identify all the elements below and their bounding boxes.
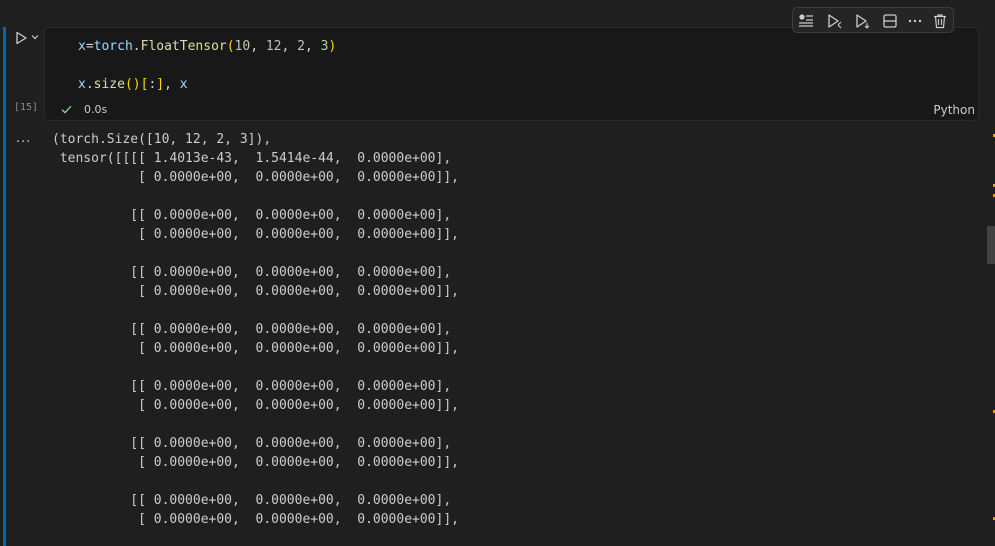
cell-language-picker[interactable]: Python bbox=[933, 103, 975, 117]
execute-below-icon[interactable] bbox=[853, 12, 871, 30]
execute-above-icon[interactable] bbox=[825, 12, 843, 30]
cell-focus-indicator bbox=[3, 27, 6, 546]
cell-toolbar bbox=[792, 7, 954, 33]
run-by-line-icon[interactable] bbox=[797, 12, 815, 30]
execution-time: 0.0s bbox=[84, 103, 108, 116]
split-cell-icon[interactable] bbox=[881, 12, 899, 30]
code-line-1[interactable]: x=torch.FloatTensor(10, 12, 2, 3) bbox=[78, 39, 336, 54]
scrollbar-thumb[interactable] bbox=[987, 226, 995, 264]
code-line-2[interactable]: x.size()[:], x bbox=[78, 77, 188, 92]
success-check-icon bbox=[61, 105, 72, 114]
output-more-icon[interactable]: ... bbox=[16, 131, 31, 146]
more-actions-icon[interactable] bbox=[906, 12, 924, 30]
chevron-down-icon[interactable] bbox=[30, 32, 40, 42]
execution-count: [15] bbox=[14, 102, 39, 113]
run-icon[interactable] bbox=[14, 31, 28, 45]
cell-output-text: (torch.Size([10, 12, 2, 3]), tensor([[[[… bbox=[52, 132, 459, 527]
delete-icon[interactable] bbox=[931, 12, 949, 30]
